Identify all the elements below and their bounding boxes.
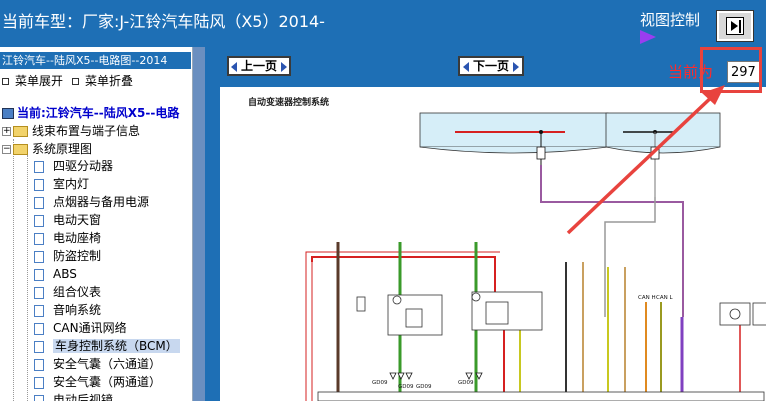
document-icon bbox=[34, 340, 44, 353]
document-icon bbox=[34, 376, 44, 389]
can-high-label: CAN H bbox=[638, 295, 656, 301]
view-control-button[interactable] bbox=[716, 10, 754, 42]
document-icon bbox=[34, 232, 44, 245]
tree-item-label: 安全气囊（两通道） bbox=[53, 375, 162, 389]
vehicle-title: 当前车型：厂家:J-江铃汽车陆风（X5）2014- bbox=[2, 12, 325, 31]
document-icon bbox=[34, 214, 44, 227]
document-icon bbox=[34, 178, 44, 191]
tree-item-label: 室内灯 bbox=[53, 177, 90, 191]
document-icon bbox=[34, 394, 44, 401]
document-icon bbox=[34, 286, 44, 299]
document-icon bbox=[34, 160, 44, 173]
diagram-panel: 上一页 下一页 当前为 自动变速器控制系统 bbox=[220, 47, 766, 401]
fuse-box-right bbox=[605, 112, 721, 197]
tree-item-label: 电动座椅 bbox=[53, 231, 102, 245]
tree-item-label: ABS bbox=[53, 267, 77, 281]
tree-item-label: 组合仪表 bbox=[53, 285, 102, 299]
folder-icon bbox=[13, 126, 28, 137]
tree-item-label: 点烟器与备用电源 bbox=[53, 195, 150, 209]
ground-label: GD09 bbox=[398, 384, 414, 390]
annotation-arrow bbox=[566, 85, 725, 235]
tree-item-label: 车身控制系统（BCM） bbox=[53, 339, 180, 353]
panel-splitter[interactable] bbox=[193, 47, 220, 401]
tree-item[interactable]: 室内灯 bbox=[34, 176, 89, 193]
tree-item[interactable]: 车身控制系统（BCM） bbox=[34, 338, 180, 355]
top-header: 当前车型：厂家:J-江铃汽车陆风（X5）2014- 视图控制 bbox=[0, 0, 766, 47]
tree-item[interactable]: 电动天窗 bbox=[34, 212, 101, 229]
view-control-label: 视图控制 bbox=[640, 11, 701, 29]
document-icon bbox=[34, 268, 44, 281]
tree-item[interactable]: 点烟器与备用电源 bbox=[34, 194, 149, 211]
tree-item[interactable]: 电动后视镜 bbox=[34, 392, 113, 401]
tree-item-label: 电动后视镜 bbox=[53, 393, 114, 401]
can-low-label: CAN L bbox=[656, 295, 673, 301]
ground-symbols bbox=[389, 372, 483, 380]
tree-item[interactable]: 安全气囊（两通道） bbox=[34, 374, 161, 391]
tree-folder-schematics[interactable]: − 系统原理图 bbox=[2, 141, 92, 158]
tree-item-label: 防盗控制 bbox=[53, 249, 102, 263]
tree-guide-line bbox=[27, 155, 28, 401]
expand-icon[interactable]: + bbox=[2, 127, 11, 136]
tree-item-label: 四驱分动器 bbox=[53, 159, 114, 173]
tree-guide-line bbox=[13, 139, 14, 401]
document-icon bbox=[34, 322, 44, 335]
relay-block-right bbox=[471, 291, 543, 331]
tree-item[interactable]: CAN通讯网络 bbox=[34, 320, 127, 337]
folder-open-icon bbox=[13, 144, 28, 155]
menu-expand-button[interactable]: 菜单展开 bbox=[2, 72, 63, 89]
tree-item[interactable]: 防盗控制 bbox=[34, 248, 101, 265]
wiring-diagram: GD09 GD09 GD09 GD09 CAN H CAN L bbox=[305, 85, 766, 401]
square-icon bbox=[72, 78, 79, 85]
tree-item-label: 安全气囊（六通道） bbox=[53, 357, 162, 371]
ground-label: GD09 bbox=[372, 380, 388, 386]
ground-label: GD09 bbox=[458, 380, 474, 386]
document-icon bbox=[34, 304, 44, 317]
tree-folder-wiring[interactable]: + 线束布置与端子信息 bbox=[2, 123, 140, 140]
tree-item-label: CAN通讯网络 bbox=[53, 321, 127, 335]
ground-label: GD09 bbox=[416, 384, 432, 390]
document-icon bbox=[34, 250, 44, 263]
tree-item-label: 音响系统 bbox=[53, 303, 102, 317]
document-icon bbox=[34, 358, 44, 371]
collapse-icon[interactable]: − bbox=[2, 145, 11, 154]
computer-icon bbox=[2, 108, 14, 119]
connector-strip bbox=[317, 391, 765, 401]
page-highlight-box bbox=[700, 47, 762, 93]
document-icon bbox=[34, 196, 44, 209]
tree-item[interactable]: ABS bbox=[34, 266, 77, 283]
tree-item[interactable]: 安全气囊（六通道） bbox=[34, 356, 161, 373]
tree-item-label: 电动天窗 bbox=[53, 213, 102, 227]
fuse-box-left bbox=[419, 112, 609, 165]
square-icon bbox=[2, 78, 9, 85]
play-arrow-icon bbox=[640, 30, 656, 44]
speed-sensor-module bbox=[719, 302, 766, 326]
tree-root[interactable]: 当前:江铃汽车--陆风X5--电路 bbox=[2, 104, 179, 121]
sidebar-title: 江铃汽车--陆风X5--电路图--2014 bbox=[0, 52, 191, 69]
skip-forward-icon bbox=[726, 17, 744, 35]
tree-item[interactable]: 四驱分动器 bbox=[34, 158, 113, 175]
menu-collapse-button[interactable]: 菜单折叠 bbox=[72, 72, 133, 89]
sidebar: 江铃汽车--陆风X5--电路图--2014 菜单展开 菜单折叠 当前:江铃汽车-… bbox=[0, 47, 193, 401]
relay-block-left bbox=[356, 294, 443, 336]
tree-item[interactable]: 组合仪表 bbox=[34, 284, 101, 301]
tree-item[interactable]: 音响系统 bbox=[34, 302, 101, 319]
tree-item[interactable]: 电动座椅 bbox=[34, 230, 101, 247]
